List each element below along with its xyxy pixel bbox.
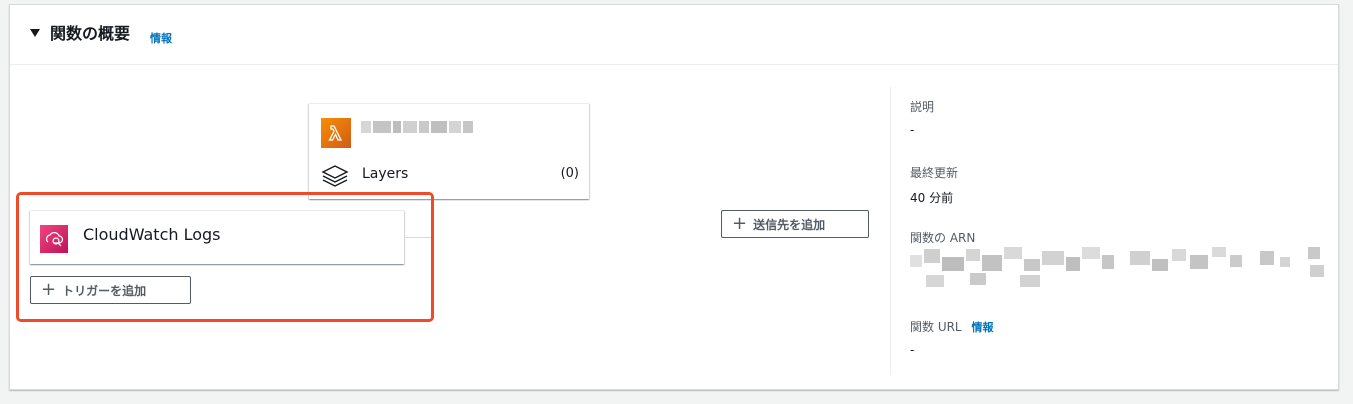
description-section: 説明 - [910, 98, 934, 137]
function-card[interactable]: Layers (0) [309, 103, 589, 199]
panel-header: 関数の概要 情報 [10, 5, 1338, 65]
function-overview-panel: 関数の概要 情報 Layers (0) CloudWatch Logs + トリ… [9, 4, 1339, 390]
function-name-redacted [361, 118, 473, 136]
arn-section: 関数の ARN [910, 229, 975, 246]
highlight-annotation [16, 192, 434, 322]
last-modified-label: 最終更新 [910, 166, 959, 180]
layers-icon [321, 165, 349, 187]
plus-icon: + [732, 213, 748, 234]
function-url-value: - [910, 343, 915, 357]
function-url-section: 関数 URL 情報 - [910, 318, 993, 357]
add-destination-label: 送信先を追加 [753, 217, 826, 232]
function-url-info-link[interactable]: 情報 [971, 321, 993, 334]
function-url-label: 関数 URL [910, 320, 962, 334]
layers-count: (0) [560, 166, 579, 181]
layers-row[interactable]: Layers (0) [321, 162, 579, 188]
last-modified-section: 最終更新 40 分前 [910, 164, 958, 206]
last-modified-value: 40 分前 [910, 191, 954, 205]
vertical-divider [890, 87, 891, 375]
arn-value-redacted [910, 245, 1330, 297]
arn-label: 関数の ARN [910, 231, 976, 245]
description-value: - [910, 123, 915, 137]
lambda-icon [321, 118, 351, 148]
collapse-caret-icon[interactable] [30, 29, 40, 37]
description-label: 説明 [910, 100, 935, 114]
layers-label: Layers [362, 166, 409, 182]
add-destination-button[interactable]: + 送信先を追加 [721, 210, 869, 238]
info-link[interactable]: 情報 [150, 30, 172, 46]
panel-title[interactable]: 関数の概要 [50, 23, 130, 45]
